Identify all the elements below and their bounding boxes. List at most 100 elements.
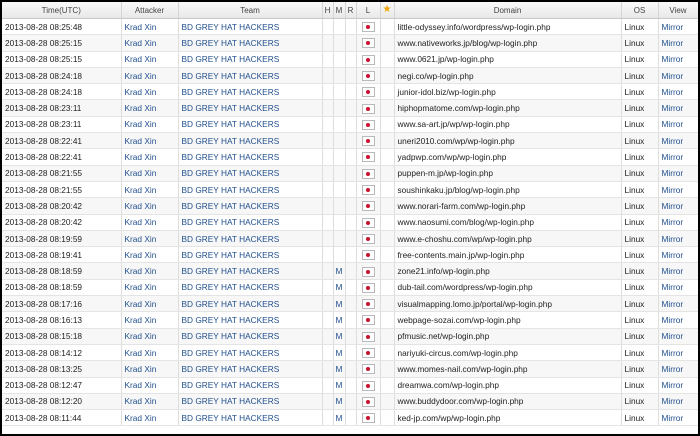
mirror-link[interactable]: Mirror: [658, 116, 698, 134]
domain-cell: dreamwa.com/wp-login.php: [394, 377, 622, 394]
header-attacker[interactable]: Attacker: [121, 2, 179, 19]
attacker-link[interactable]: Krad Xin: [121, 409, 179, 427]
os-cell: Linux: [621, 262, 659, 280]
attacker-link[interactable]: Krad Xin: [121, 116, 179, 134]
attacker-link[interactable]: Krad Xin: [121, 132, 179, 150]
mirror-link[interactable]: Mirror: [658, 360, 698, 378]
header-team[interactable]: Team: [178, 2, 323, 19]
mirror-link[interactable]: Mirror: [658, 181, 698, 199]
team-link[interactable]: BD GREY HAT HACKERS: [178, 344, 323, 362]
attacker-link[interactable]: Krad Xin: [121, 295, 179, 313]
time-cell: 2013-08-28 08:19:59: [2, 230, 122, 248]
header-os[interactable]: OS: [621, 2, 659, 19]
mirror-link[interactable]: Mirror: [658, 295, 698, 313]
attacker-link[interactable]: Krad Xin: [121, 181, 179, 199]
header-homepage[interactable]: H: [322, 2, 334, 19]
japan-flag-icon: [361, 22, 375, 33]
attacker-link[interactable]: Krad Xin: [121, 214, 179, 231]
mirror-link[interactable]: Mirror: [658, 148, 698, 166]
table-row: 2013-08-28 08:23:11 Krad Xin BD GREY HAT H…: [2, 99, 698, 117]
team-link[interactable]: BD GREY HAT HACKERS: [178, 116, 323, 134]
attacker-link[interactable]: Krad Xin: [121, 279, 179, 297]
team-link[interactable]: BD GREY HAT HACKERS: [178, 214, 323, 231]
team-link[interactable]: BD GREY HAT HACKERS: [178, 279, 323, 297]
team-link[interactable]: BD GREY HAT HACKERS: [178, 311, 323, 329]
mirror-link[interactable]: Mirror: [658, 99, 698, 117]
os-cell: Linux: [621, 393, 659, 411]
attacker-link[interactable]: Krad Xin: [121, 99, 179, 117]
team-link[interactable]: BD GREY HAT HACKERS: [178, 393, 323, 411]
header-location[interactable]: L: [356, 2, 381, 19]
attacker-link[interactable]: Krad Xin: [121, 393, 179, 411]
team-link[interactable]: BD GREY HAT HACKERS: [178, 34, 323, 52]
attacker-link[interactable]: Krad Xin: [121, 344, 179, 362]
mirror-link[interactable]: Mirror: [658, 18, 698, 36]
location-cell: [356, 230, 381, 248]
mirror-link[interactable]: Mirror: [658, 83, 698, 101]
mirror-link[interactable]: Mirror: [658, 409, 698, 427]
mirror-link[interactable]: Mirror: [658, 377, 698, 394]
location-cell: [356, 393, 381, 411]
mirror-link[interactable]: Mirror: [658, 344, 698, 362]
attacker-link[interactable]: Krad Xin: [121, 83, 179, 101]
domain-cell: nariyuki-circus.com/wp-login.php: [394, 344, 622, 362]
mirror-link[interactable]: Mirror: [658, 34, 698, 52]
team-link[interactable]: BD GREY HAT HACKERS: [178, 230, 323, 248]
time-cell: 2013-08-28 08:18:59: [2, 262, 122, 280]
team-link[interactable]: BD GREY HAT HACKERS: [178, 148, 323, 166]
team-link[interactable]: BD GREY HAT HACKERS: [178, 246, 323, 264]
attacker-link[interactable]: Krad Xin: [121, 377, 179, 394]
attacker-link[interactable]: Krad Xin: [121, 328, 179, 345]
table-row: 2013-08-28 08:25:48 Krad Xin BD GREY HAT H…: [2, 18, 698, 36]
header-domain[interactable]: Domain: [394, 2, 622, 19]
team-link[interactable]: BD GREY HAT HACKERS: [178, 360, 323, 378]
team-link[interactable]: BD GREY HAT HACKERS: [178, 328, 323, 345]
header-mass[interactable]: M: [333, 2, 346, 19]
header-special[interactable]: ★: [380, 2, 395, 19]
team-link[interactable]: BD GREY HAT HACKERS: [178, 83, 323, 101]
team-link[interactable]: BD GREY HAT HACKERS: [178, 18, 323, 36]
team-link[interactable]: BD GREY HAT HACKERS: [178, 181, 323, 199]
team-link[interactable]: BD GREY HAT HACKERS: [178, 197, 323, 215]
mirror-link[interactable]: Mirror: [658, 51, 698, 68]
attacker-link[interactable]: Krad Xin: [121, 262, 179, 280]
header-time[interactable]: Time(UTC): [2, 2, 122, 19]
header-redefacement[interactable]: R: [345, 2, 357, 19]
mirror-link[interactable]: Mirror: [658, 230, 698, 248]
attacker-link[interactable]: Krad Xin: [121, 148, 179, 166]
attacker-link[interactable]: Krad Xin: [121, 246, 179, 264]
redefacement-marker: [345, 230, 357, 248]
attacker-link[interactable]: Krad Xin: [121, 165, 179, 182]
mirror-link[interactable]: Mirror: [658, 132, 698, 150]
mass-marker: M: [333, 279, 346, 297]
mirror-link[interactable]: Mirror: [658, 279, 698, 297]
mirror-link[interactable]: Mirror: [658, 311, 698, 329]
header-view[interactable]: View: [658, 2, 698, 19]
mirror-link[interactable]: Mirror: [658, 165, 698, 182]
mirror-link[interactable]: Mirror: [658, 214, 698, 231]
mirror-link[interactable]: Mirror: [658, 67, 698, 85]
attacker-link[interactable]: Krad Xin: [121, 67, 179, 85]
team-link[interactable]: BD GREY HAT HACKERS: [178, 295, 323, 313]
team-link[interactable]: BD GREY HAT HACKERS: [178, 262, 323, 280]
team-link[interactable]: BD GREY HAT HACKERS: [178, 67, 323, 85]
attacker-link[interactable]: Krad Xin: [121, 18, 179, 36]
team-link[interactable]: BD GREY HAT HACKERS: [178, 51, 323, 68]
mirror-link[interactable]: Mirror: [658, 246, 698, 264]
attacker-link[interactable]: Krad Xin: [121, 360, 179, 378]
team-link[interactable]: BD GREY HAT HACKERS: [178, 99, 323, 117]
team-link[interactable]: BD GREY HAT HACKERS: [178, 132, 323, 150]
mirror-link[interactable]: Mirror: [658, 197, 698, 215]
team-link[interactable]: BD GREY HAT HACKERS: [178, 409, 323, 427]
attacker-link[interactable]: Krad Xin: [121, 51, 179, 68]
team-link[interactable]: BD GREY HAT HACKERS: [178, 377, 323, 394]
attacker-link[interactable]: Krad Xin: [121, 197, 179, 215]
attacker-link[interactable]: Krad Xin: [121, 230, 179, 248]
team-link[interactable]: BD GREY HAT HACKERS: [178, 165, 323, 182]
attacker-link[interactable]: Krad Xin: [121, 311, 179, 329]
attacker-link[interactable]: Krad Xin: [121, 34, 179, 52]
mirror-link[interactable]: Mirror: [658, 393, 698, 411]
mirror-link[interactable]: Mirror: [658, 328, 698, 345]
special-cell: [380, 34, 395, 52]
mirror-link[interactable]: Mirror: [658, 262, 698, 280]
